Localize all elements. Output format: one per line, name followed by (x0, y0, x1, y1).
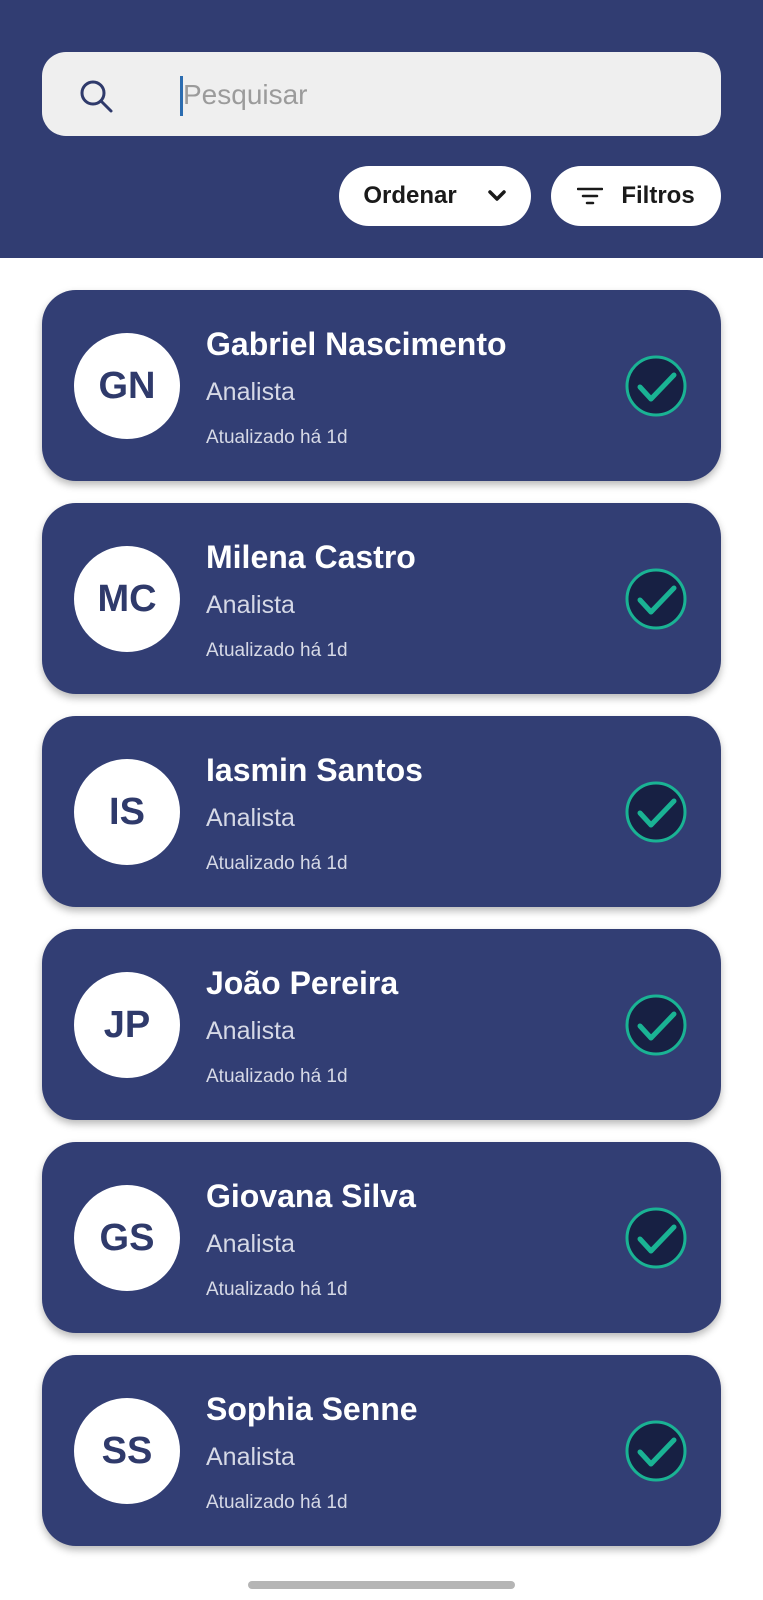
avatar: GN (74, 333, 180, 439)
updated-time: Atualizado há 1d (206, 1279, 348, 1300)
check-circle-icon[interactable] (624, 354, 688, 418)
avatar: SS (74, 1398, 180, 1504)
filter-button[interactable]: Filtros (551, 166, 721, 226)
updated-time: Atualizado há 1d (206, 640, 348, 661)
filter-icon (577, 187, 604, 205)
contact-card[interactable]: JP João Pereira Analista Atualizado há 1… (42, 929, 721, 1120)
check-circle-icon[interactable] (624, 1206, 688, 1270)
contact-name: João Pereira (206, 965, 399, 1001)
contact-role: Analista (206, 1230, 295, 1258)
check-circle-icon[interactable] (624, 1419, 688, 1483)
updated-time: Atualizado há 1d (206, 1066, 348, 1087)
contact-name: Iasmin Santos (206, 752, 423, 788)
updated-time: Atualizado há 1d (206, 427, 348, 448)
chevron-down-icon (487, 190, 506, 201)
check-circle-icon[interactable] (624, 993, 688, 1057)
app-header: Ordenar Filtros (0, 0, 763, 258)
contact-role: Analista (206, 804, 295, 832)
order-button[interactable]: Ordenar (339, 166, 531, 226)
filter-button-label: Filtros (621, 182, 695, 209)
contact-role: Analista (206, 1443, 295, 1471)
search-bar[interactable] (42, 52, 721, 136)
check-circle-icon[interactable] (624, 780, 688, 844)
avatar: IS (74, 759, 180, 865)
updated-time: Atualizado há 1d (206, 853, 348, 874)
avatar: MC (74, 546, 180, 652)
updated-time: Atualizado há 1d (206, 1492, 348, 1513)
contact-card[interactable]: GN Gabriel Nascimento Analista Atualizad… (42, 290, 721, 481)
order-button-label: Ordenar (363, 182, 457, 209)
contact-name: Milena Castro (206, 539, 416, 575)
home-indicator[interactable] (248, 1581, 515, 1589)
contact-card[interactable]: MC Milena Castro Analista Atualizado há … (42, 503, 721, 694)
contact-role: Analista (206, 591, 295, 619)
avatar: GS (74, 1185, 180, 1291)
contact-name: Gabriel Nascimento (206, 326, 507, 362)
contact-card[interactable]: GS Giovana Silva Analista Atualizado há … (42, 1142, 721, 1333)
check-circle-icon[interactable] (624, 567, 688, 631)
contact-card[interactable]: IS Iasmin Santos Analista Atualizado há … (42, 716, 721, 907)
avatar: JP (74, 972, 180, 1078)
search-input[interactable] (183, 70, 683, 120)
contact-role: Analista (206, 1017, 295, 1045)
contact-name: Sophia Senne (206, 1391, 418, 1427)
contact-name: Giovana Silva (206, 1178, 416, 1214)
contact-role: Analista (206, 378, 295, 406)
contact-card[interactable]: SS Sophia Senne Analista Atualizado há 1… (42, 1355, 721, 1546)
search-icon (80, 80, 113, 113)
